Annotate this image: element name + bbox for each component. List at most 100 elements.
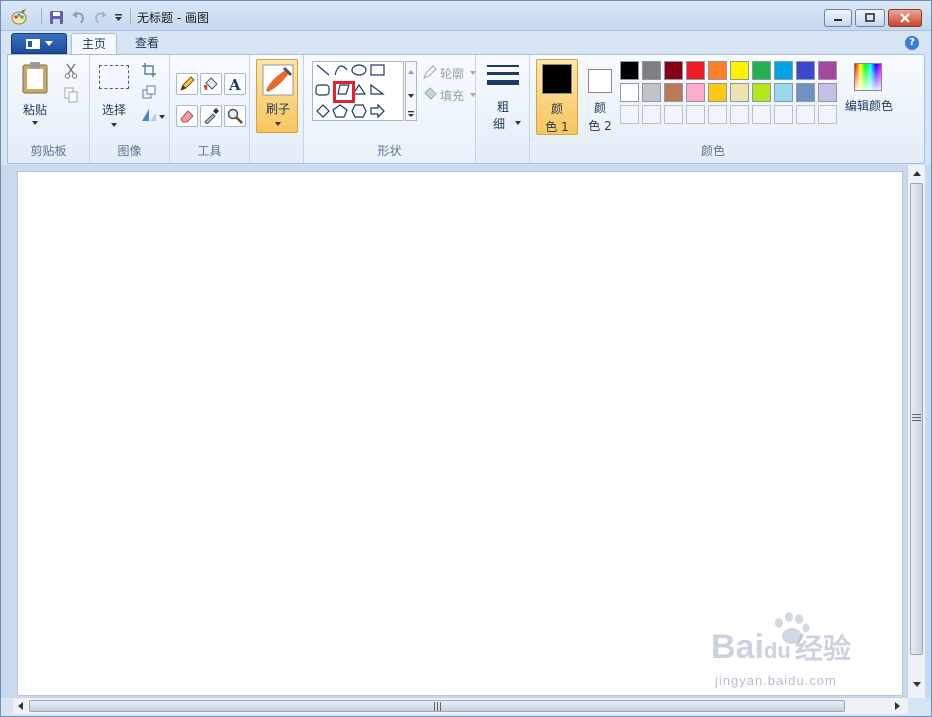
custom-color-slot[interactable] [686,105,705,124]
eraser-icon [180,110,194,123]
paint-menu-button[interactable] [11,33,67,54]
palette-color-swatch[interactable] [642,83,661,102]
magnifier-tool[interactable] [224,105,246,127]
edit-colors-button[interactable]: 编辑颜色 [844,59,894,129]
crop-icon[interactable] [142,63,158,79]
svg-text:A: A [228,76,241,92]
paint-app-icon[interactable] [9,8,29,26]
scroll-left-icon[interactable] [17,701,25,711]
palette-color-swatch[interactable] [730,61,749,80]
custom-color-slot[interactable] [620,105,639,124]
palette-color-swatch[interactable] [664,61,683,80]
customize-quick-access-icon[interactable] [111,8,125,26]
help-icon[interactable]: ? [905,36,919,50]
pencil-tool[interactable] [176,73,198,95]
text-tool[interactable]: A [224,73,246,95]
fill-tool[interactable] [200,73,222,95]
paste-button[interactable]: 粘贴 [14,59,56,131]
palette-color-swatch[interactable] [796,61,815,80]
vertical-scrollbar[interactable] [907,165,925,698]
select-rectangle-icon [99,65,129,89]
paint-window: 无标题 - 画图 主页 查看 ? 粘贴 剪贴板 选择 图像 A 工具 刷子 轮廓… [0,0,932,717]
color2-label-line2: 色 2 [588,119,612,133]
chevron-down-icon [45,40,53,46]
custom-color-slot[interactable] [796,105,815,124]
tab-home[interactable]: 主页 [71,33,118,55]
palette-color-swatch[interactable] [818,83,837,102]
paint-bucket-icon [204,77,218,90]
custom-color-slot[interactable] [752,105,771,124]
vertical-scroll-thumb[interactable] [910,183,923,655]
palette-color-swatch[interactable] [752,83,771,102]
resize-icon[interactable] [142,85,158,101]
fill-button[interactable]: 填充 [422,87,480,103]
horizontal-scrollbar[interactable] [13,697,908,714]
custom-color-slot[interactable] [642,105,661,124]
separator [130,8,131,24]
diamond-shape-icon [316,104,330,118]
palette-color-swatch[interactable] [620,83,639,102]
drawing-canvas[interactable] [17,171,903,696]
group-brushes: 刷子 [250,55,304,163]
custom-color-slot[interactable] [818,105,837,124]
color1-label-line2: 色 1 [545,120,569,134]
palette-color-swatch[interactable] [818,61,837,80]
save-icon[interactable] [47,8,65,26]
palette-color-swatch[interactable] [686,61,705,80]
window-title: 无标题 - 画图 [137,11,209,25]
palette-color-swatch[interactable] [708,61,727,80]
scroll-right-icon[interactable] [893,701,901,711]
size-button[interactable]: 粗 细 [484,61,522,133]
group-label-tools: 工具 [197,144,222,158]
undo-icon[interactable] [69,8,87,26]
tab-view[interactable]: 查看 [125,33,169,55]
brushes-button[interactable]: 刷子 [256,59,298,133]
horizontal-scroll-thumb[interactable] [29,700,845,712]
fill-bucket-icon [424,87,437,100]
palette-color-swatch[interactable] [686,83,705,102]
palette-color-swatch[interactable] [774,61,793,80]
copy-icon[interactable] [64,87,80,103]
color1-button[interactable]: 颜 色 1 [536,59,578,135]
palette-color-swatch[interactable] [796,83,815,102]
palette-color-swatch[interactable] [642,61,661,80]
custom-color-slot[interactable] [664,105,683,124]
group-label-colors: 颜色 [700,144,725,158]
line-shape-icon [316,64,330,76]
palette-color-swatch[interactable] [708,83,727,102]
eraser-tool[interactable] [176,105,198,127]
color2-label-line1: 颜 [593,101,606,115]
outline-button[interactable]: 轮廓 [422,65,480,81]
separator [41,8,42,24]
cut-icon[interactable] [64,63,80,79]
custom-color-slot[interactable] [774,105,793,124]
palette-color-swatch[interactable] [774,83,793,102]
palette-color-swatch[interactable] [664,83,683,102]
ribbon-tab-row: 主页 查看 ? [1,31,931,55]
scroll-down-icon[interactable] [912,681,922,689]
shapes-gallery-scroll[interactable] [405,61,417,121]
close-button[interactable] [888,9,922,27]
size-label-line2: 细 [492,117,505,131]
redo-icon[interactable] [91,8,109,26]
selected-shape-highlight[interactable] [333,81,355,103]
palette-color-swatch[interactable] [730,83,749,102]
custom-color-slot[interactable] [708,105,727,124]
palette-color-swatch[interactable] [620,61,639,80]
eyedropper-icon [204,108,219,124]
right-arrow-shape-icon [370,103,385,119]
color2-button[interactable]: 颜 色 2 [582,59,620,135]
group-colors: 颜 色 1 颜 色 2 编辑颜色 颜色 [530,55,896,163]
maximize-button[interactable] [855,9,885,27]
magnifier-icon [227,108,243,124]
rotate-button[interactable] [140,107,166,123]
canvas-work-area [1,165,931,698]
custom-color-slot[interactable] [730,105,749,124]
minimize-button[interactable] [824,9,852,27]
scroll-up-icon[interactable] [912,170,922,178]
rounded-rectangle-shape-icon [315,84,330,96]
color-picker-tool[interactable] [200,105,222,127]
group-image: 选择 图像 [90,55,170,163]
select-button[interactable]: 选择 [96,61,132,133]
palette-color-swatch[interactable] [752,61,771,80]
